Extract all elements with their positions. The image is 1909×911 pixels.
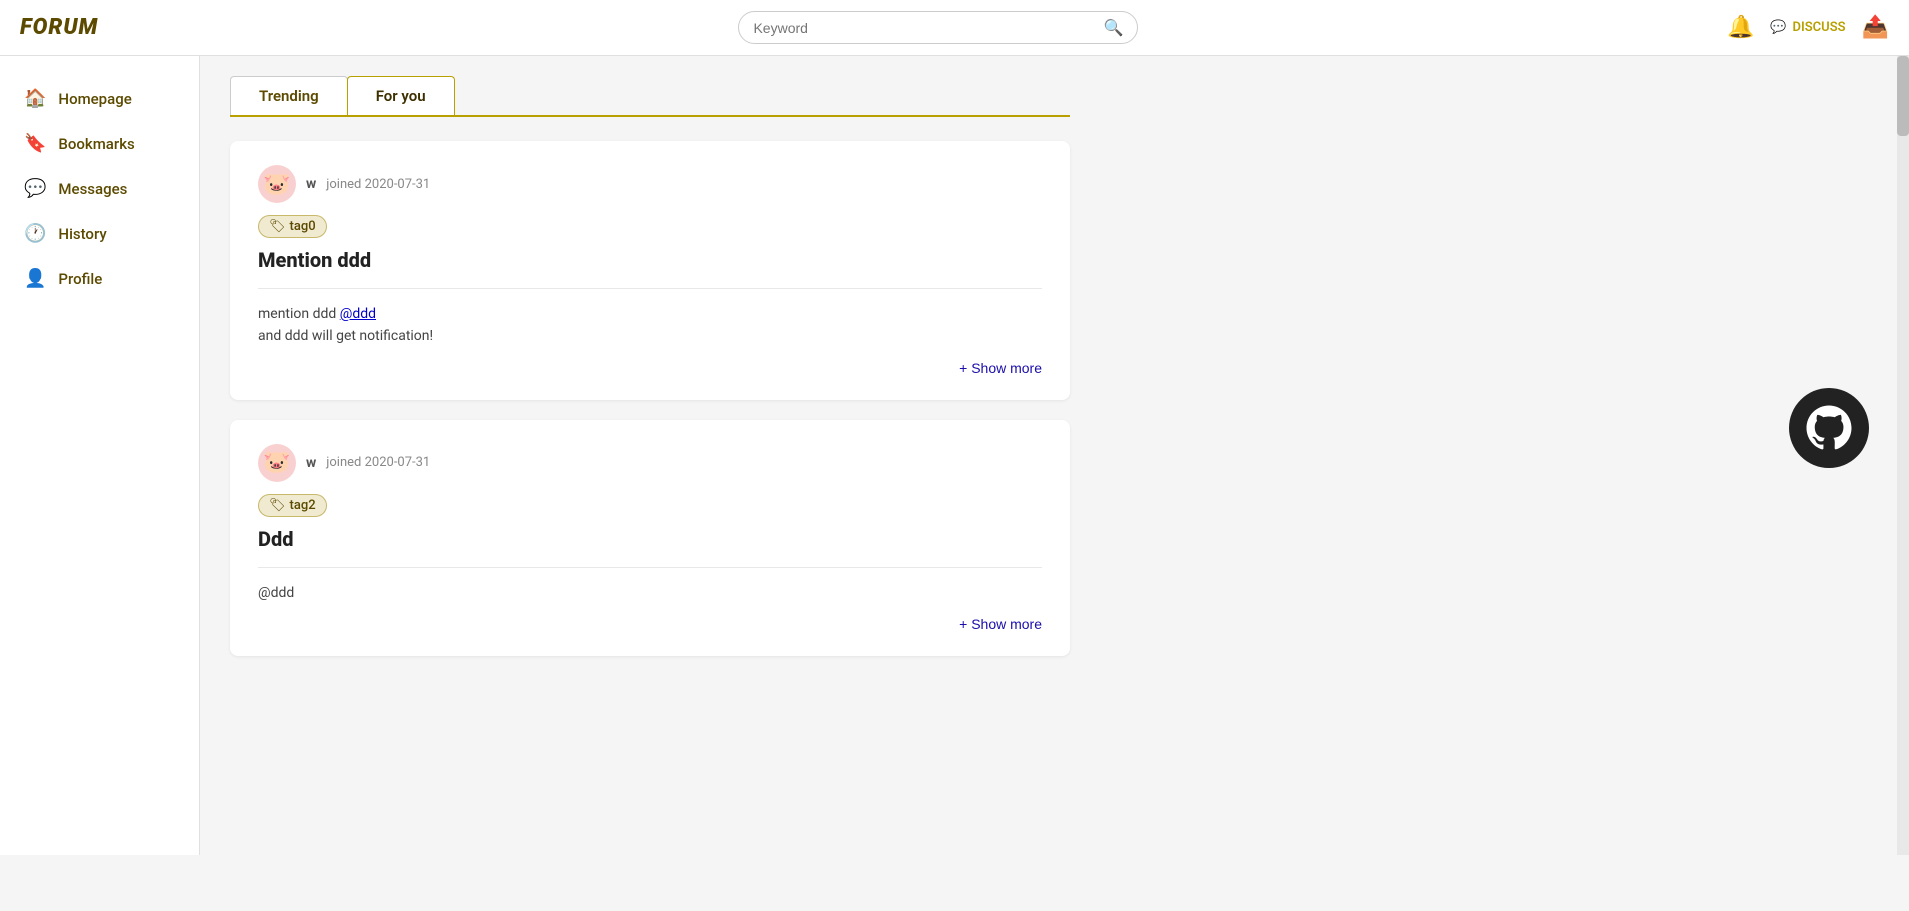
post-meta-1: 🐷 w joined 2020-07-31 [258, 165, 1042, 203]
join-date-1: joined 2020-07-31 [326, 177, 430, 192]
content-text-1: mention ddd [258, 306, 340, 322]
content-text-2: and ddd will get notification! [258, 328, 433, 344]
avatar-1: 🐷 [258, 165, 296, 203]
tag-label-2: tag2 [290, 498, 316, 513]
user-letter-1: w [306, 176, 316, 192]
tag-badge-2[interactable]: 🏷 tag2 [258, 494, 327, 517]
divider-1 [258, 288, 1042, 289]
search-container: 🔍 [180, 11, 1697, 44]
sidebar-item-label: Profile [58, 270, 102, 288]
discuss-button[interactable]: 💬 DISCUSS [1770, 20, 1845, 35]
message-icon: 💬 [24, 178, 46, 199]
sidebar-item-label: Bookmarks [58, 135, 134, 153]
sidebar: 🏠 Homepage 🔖 Bookmarks 💬 Messages 🕐 Hist… [0, 56, 200, 855]
logo: FORUM [20, 15, 150, 40]
sidebar-item-history[interactable]: 🕐 History [0, 211, 199, 256]
sidebar-item-bookmarks[interactable]: 🔖 Bookmarks [0, 121, 199, 166]
tag-icon-2: 🏷 [269, 498, 286, 513]
post-content-1: mention ddd @ddd and ddd will get notifi… [258, 303, 1042, 348]
scrollbar-track [1897, 56, 1909, 855]
profile-icon: 👤 [24, 268, 46, 289]
sidebar-item-homepage[interactable]: 🏠 Homepage [0, 76, 199, 121]
bookmark-icon: 🔖 [24, 133, 46, 154]
exit-icon[interactable]: 📤 [1862, 15, 1889, 40]
scrollbar-thumb[interactable] [1897, 56, 1909, 136]
github-corner [1789, 388, 1869, 468]
sidebar-item-label: Homepage [58, 90, 131, 108]
search-icon: 🔍 [1104, 18, 1124, 37]
post-card-1: 🐷 w joined 2020-07-31 🏷 tag0 Mention ddd… [230, 141, 1070, 400]
sidebar-item-label: History [58, 225, 106, 243]
user-letter-2: w [306, 455, 316, 471]
show-more-row-2: + Show more [258, 616, 1042, 632]
show-more-button-1[interactable]: + Show more [959, 360, 1042, 376]
mention-link-1[interactable]: @ddd [340, 306, 376, 322]
post-content-2: @ddd [258, 582, 1042, 604]
home-icon: 🏠 [24, 88, 46, 109]
notification-icon[interactable]: 🔔 [1727, 15, 1754, 40]
history-icon: 🕐 [24, 223, 46, 244]
sidebar-item-profile[interactable]: 👤 Profile [0, 256, 199, 301]
post-title-2: Ddd [258, 527, 1042, 551]
post-meta-2: 🐷 w joined 2020-07-31 [258, 444, 1042, 482]
join-date-2: joined 2020-07-31 [326, 455, 430, 470]
avatar-emoji-1: 🐷 [263, 172, 290, 197]
avatar-emoji-2: 🐷 [263, 450, 290, 475]
avatar-2: 🐷 [258, 444, 296, 482]
discuss-label: DISCUSS [1793, 20, 1846, 35]
discuss-icon: 💬 [1770, 20, 1786, 35]
sidebar-item-messages[interactable]: 💬 Messages [0, 166, 199, 211]
search-input[interactable] [753, 20, 1095, 36]
sidebar-item-label: Messages [58, 180, 127, 198]
tab-trending[interactable]: Trending [230, 76, 348, 115]
tabs: Trending For you [230, 76, 1070, 117]
main-content: Trending For you 🐷 w joined 2020-07-31 🏷… [200, 56, 1100, 855]
show-more-row-1: + Show more [258, 360, 1042, 376]
post-title-1: Mention ddd [258, 248, 1042, 272]
header-right: 🔔 💬 DISCUSS 📤 [1727, 15, 1889, 40]
github-icon [1804, 403, 1854, 453]
tag-badge-1[interactable]: 🏷 tag0 [258, 215, 327, 238]
tab-for-you[interactable]: For you [347, 76, 455, 115]
search-box: 🔍 [738, 11, 1138, 44]
tag-icon-1: 🏷 [269, 219, 286, 234]
divider-2 [258, 567, 1042, 568]
show-more-button-2[interactable]: + Show more [959, 616, 1042, 632]
header: FORUM 🔍 🔔 💬 DISCUSS 📤 [0, 0, 1909, 56]
post-card-2: 🐷 w joined 2020-07-31 🏷 tag2 Ddd @ddd + … [230, 420, 1070, 656]
content-mention-2: @ddd [258, 585, 294, 601]
tag-label-1: tag0 [290, 219, 316, 234]
